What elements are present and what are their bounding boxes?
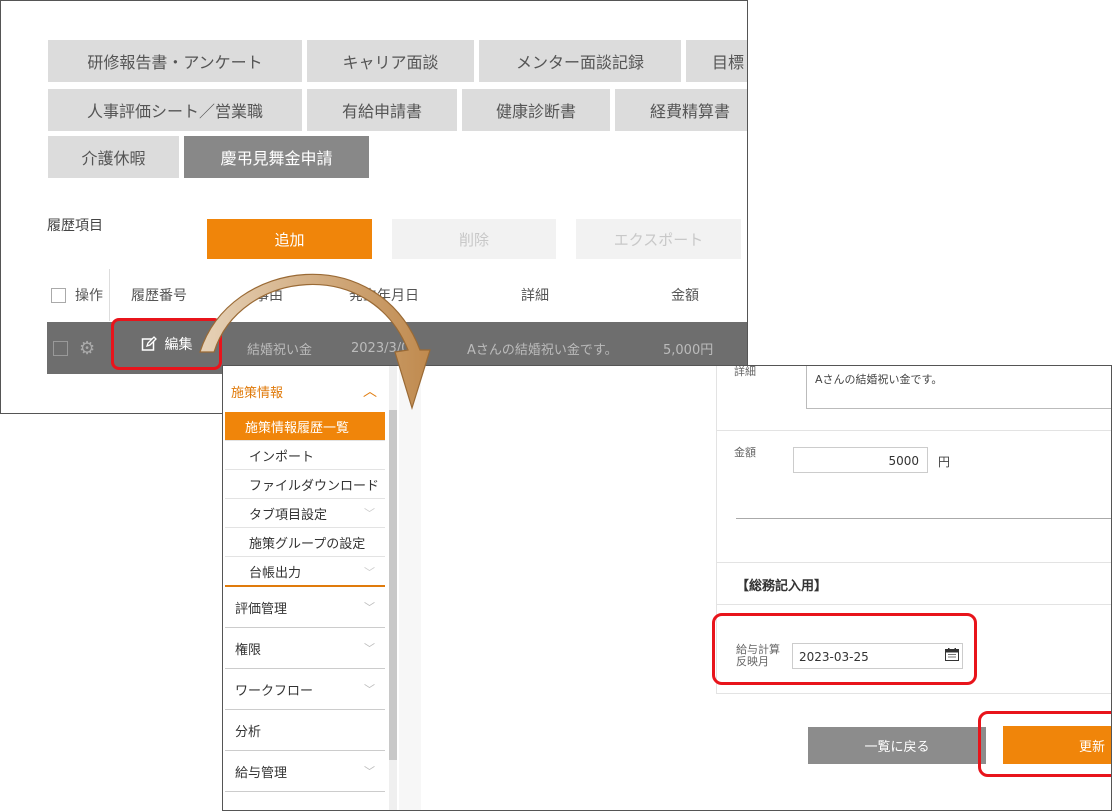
- col-history-no[interactable]: 履歴番号: [131, 269, 187, 321]
- sidebar-item-file-download[interactable]: ファイルダウンロード: [225, 470, 385, 499]
- section-separator: [736, 518, 1111, 519]
- chevron-down-icon: ﹀: [364, 683, 375, 696]
- export-button[interactable]: エクスポート: [576, 219, 741, 259]
- sidebar-item-ledger-output[interactable]: 台帳出力 ﹀: [225, 557, 385, 586]
- row-checkbox[interactable]: [53, 322, 68, 374]
- sidebar-item-history-list[interactable]: 施策情報履歴一覧: [225, 412, 385, 441]
- sidebar-item-label: 台帳出力: [249, 566, 302, 581]
- sidebar-item-label: ワークフロー: [235, 683, 314, 699]
- detail-textarea[interactable]: Aさんの結婚祝い金です。: [806, 366, 1111, 409]
- sidebar-item-label: タブ項目設定: [249, 507, 328, 523]
- edit-button[interactable]: 編集: [111, 318, 222, 370]
- amount-label: 金額: [734, 446, 756, 459]
- col-date[interactable]: 発生年月日: [349, 269, 419, 321]
- sidebar-section-measures[interactable]: 施策情報 ︿: [223, 374, 385, 408]
- history-items-label: 履歴項目: [47, 218, 103, 234]
- update-button-highlight: [978, 711, 1111, 777]
- select-all-checkbox[interactable]: [51, 269, 66, 321]
- tab-care-leave[interactable]: 介護休暇: [48, 136, 179, 178]
- sidebar-item-workflow[interactable]: ワークフロー ﹀: [225, 669, 385, 710]
- tab-expense[interactable]: 経費精算書: [615, 89, 747, 131]
- chevron-down-icon: ﹀: [364, 642, 375, 655]
- row-divider: [716, 693, 1111, 694]
- sidebar-item-tab-settings[interactable]: タブ項目設定 ﹀: [225, 499, 385, 528]
- chevron-down-icon: ﹀: [364, 507, 375, 520]
- sidebar-section-label: 施策情報: [231, 385, 284, 401]
- edit-form: 詳細 Aさんの結婚祝い金です。 金額 5000 円 【総務記入用】 給与計算 反…: [421, 365, 1111, 810]
- row-divider: [716, 604, 1111, 605]
- table-header: 操作 履歴番号 事由 発生年月日 詳細 金額: [47, 269, 747, 321]
- sidebar-item-group-settings[interactable]: 施策グループの設定: [225, 528, 385, 557]
- sidebar-item-label: 給与管理: [235, 765, 288, 781]
- detail-label: 詳細: [734, 365, 756, 378]
- sidebar-item-label: 権限: [235, 642, 262, 658]
- amount-unit: 円: [938, 455, 951, 469]
- sidebar-item-import[interactable]: インポート: [225, 441, 385, 470]
- row-divider: [716, 562, 1111, 563]
- tab-goal[interactable]: 目標: [686, 40, 747, 82]
- edit-icon: [141, 336, 157, 351]
- gear-icon[interactable]: ⚙: [79, 322, 95, 374]
- sidebar-item-permissions[interactable]: 権限 ﹀: [225, 628, 385, 669]
- sidebar-item-evaluation[interactable]: 評価管理 ﹀: [225, 587, 385, 628]
- section-title: 【総務記入用】: [736, 579, 828, 594]
- tab-condolence-allowance[interactable]: 慶弔見舞金申請: [184, 136, 369, 178]
- delete-button[interactable]: 削除: [392, 219, 556, 259]
- col-detail[interactable]: 詳細: [521, 269, 549, 321]
- tab-career-interview[interactable]: キャリア面談: [307, 40, 474, 82]
- sidebar-item-payroll[interactable]: 給与管理 ﹀: [225, 751, 385, 792]
- tab-paid-leave[interactable]: 有給申請書: [307, 89, 457, 131]
- history-list-panel: 研修報告書・アンケート キャリア面談 メンター面談記録 目標 人事評価シート／営…: [0, 0, 748, 414]
- sidebar: 施策情報 ︿ 施策情報履歴一覧 インポート ファイルダウンロード タブ項目設定 …: [223, 366, 399, 810]
- sidebar-item-label: 評価管理: [235, 601, 288, 617]
- tab-mentor-interview[interactable]: メンター面談記録: [479, 40, 681, 82]
- sidebar-scrollbar-thumb[interactable]: [389, 410, 397, 760]
- back-to-list-button[interactable]: 一覧に戻る: [808, 727, 986, 764]
- col-operation: 操作: [75, 288, 103, 304]
- chevron-down-icon: ﹀: [364, 765, 375, 778]
- amount-input[interactable]: 5000: [793, 447, 928, 473]
- col-reason[interactable]: 事由: [255, 269, 283, 321]
- tab-training-report[interactable]: 研修報告書・アンケート: [48, 40, 302, 82]
- chevron-up-icon: ︿: [363, 384, 377, 400]
- row-divider: [716, 430, 1111, 431]
- chevron-down-icon: ﹀: [364, 601, 375, 614]
- col-amount[interactable]: 金額: [671, 269, 699, 321]
- add-button[interactable]: 追加: [207, 219, 372, 259]
- tab-evaluation-sheet[interactable]: 人事評価シート／営業職: [48, 89, 302, 131]
- tab-health-check[interactable]: 健康診断書: [462, 89, 610, 131]
- header-divider: [109, 269, 110, 321]
- content-gutter: [399, 366, 421, 810]
- edit-label: 編集: [164, 337, 193, 353]
- edit-form-panel: 施策情報 ︿ 施策情報履歴一覧 インポート ファイルダウンロード タブ項目設定 …: [222, 365, 1112, 811]
- payroll-date-highlight: [712, 613, 977, 685]
- sidebar-item-analysis[interactable]: 分析: [225, 710, 385, 751]
- chevron-down-icon: ﹀: [364, 565, 375, 579]
